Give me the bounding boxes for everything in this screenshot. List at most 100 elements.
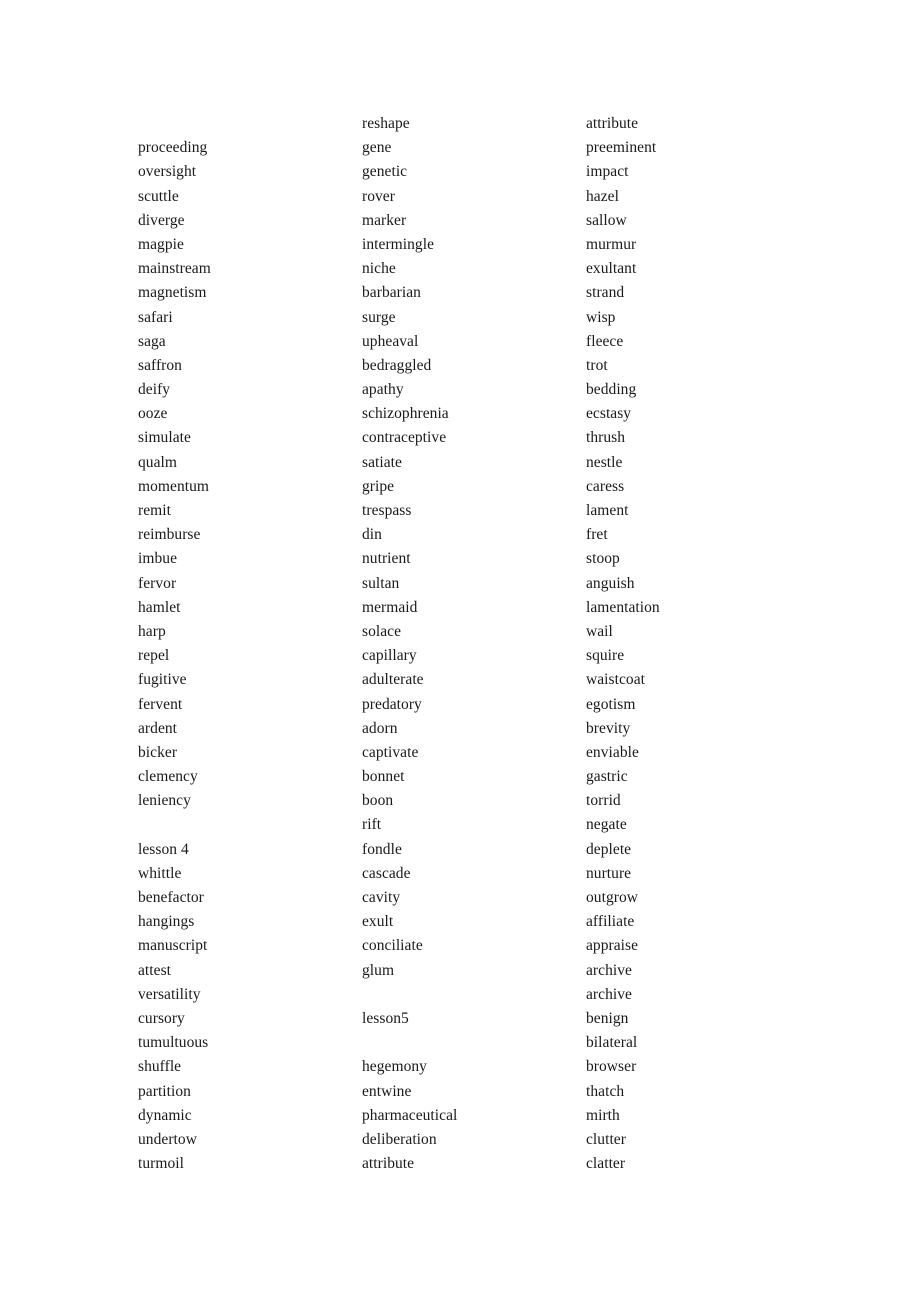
word-row: predatory <box>362 695 422 713</box>
word-row-spacer <box>362 983 577 1007</box>
word-row: scuttle <box>138 187 179 205</box>
word-row: mirth <box>586 1106 620 1124</box>
word-column-3: attribute preeminent impact hazel sallow murm… <box>586 0 801 1176</box>
word-row: hamlet <box>138 598 181 616</box>
word-row: cavity <box>362 889 401 906</box>
word-row: harp <box>138 622 166 640</box>
word-row: contraceptive <box>362 429 447 447</box>
word-row: affiliate <box>586 913 635 931</box>
word-row: enviable <box>586 743 639 761</box>
word-row: thrush <box>586 429 626 447</box>
word-row: din <box>362 526 382 544</box>
word-row: benign <box>586 1009 629 1027</box>
word-row: clutter <box>586 1130 626 1148</box>
word-row: boon <box>362 792 394 810</box>
word-row: exultant <box>586 260 637 278</box>
word-row: squire <box>586 647 625 665</box>
word-row: marker <box>362 211 407 229</box>
word-row: attribute <box>586 115 639 132</box>
word-row: qualm <box>138 453 177 471</box>
word-row: appraise <box>586 937 639 955</box>
word-row: undertow <box>138 1130 197 1148</box>
word-row: capillary <box>362 647 417 665</box>
word-list-columns: proceeding oversight scuttle diverge magpie m… <box>0 0 920 1302</box>
word-row: anguish <box>586 574 635 592</box>
word-row: fret <box>586 526 608 544</box>
word-row: remit <box>138 502 171 519</box>
word-row: entwine <box>362 1082 412 1100</box>
word-row: trespass <box>362 502 412 519</box>
word-row: satiate <box>362 453 402 471</box>
word-row: magpie <box>138 235 184 253</box>
word-row: ecstasy <box>586 405 632 423</box>
word-row: preeminent <box>586 139 657 157</box>
word-row: caress <box>586 477 625 495</box>
word-row: nestle <box>586 453 623 471</box>
word-row: niche <box>362 260 396 278</box>
word-row: simulate <box>138 429 191 447</box>
word-row: clatter <box>586 1155 626 1173</box>
word-row: nutrient <box>362 550 411 568</box>
word-row: lesson 4 <box>138 840 189 858</box>
word-row: reshape <box>362 115 410 132</box>
word-row: lesson5 <box>362 1009 409 1027</box>
word-row: cursory <box>138 1009 185 1027</box>
word-row: partition <box>138 1082 191 1100</box>
word-row: strand <box>586 284 625 302</box>
word-row: rift <box>362 816 382 834</box>
word-row: sallow <box>586 211 627 229</box>
word-row: oversight <box>138 163 197 181</box>
word-row: whittle <box>138 864 182 882</box>
word-column-1: proceeding oversight scuttle diverge magpie m… <box>138 0 353 1176</box>
word-row: safari <box>138 308 173 326</box>
word-row: schizophrenia <box>362 405 449 423</box>
word-row: ardent <box>138 719 178 737</box>
word-row: reimburse <box>138 526 201 544</box>
word-row: mainstream <box>138 260 211 278</box>
word-row: fondle <box>362 840 402 858</box>
word-row: solace <box>362 622 402 640</box>
word-row: wisp <box>586 308 616 326</box>
word-row: rover <box>362 187 395 205</box>
word-row: gripe <box>362 477 395 495</box>
word-row: mermaid <box>362 598 418 616</box>
word-row: browser <box>586 1058 637 1076</box>
word-row: upheaval <box>362 332 419 350</box>
word-row: imbue <box>138 550 177 568</box>
word-row: adorn <box>362 719 398 737</box>
word-row: deplete <box>586 840 632 858</box>
word-row: conciliate <box>362 937 423 955</box>
word-row: intermingle <box>362 235 435 253</box>
word-row: torrid <box>586 792 621 810</box>
word-row: shuffle <box>138 1058 182 1076</box>
word-row: tumultuous <box>138 1034 209 1052</box>
word-row: ooze <box>138 405 168 423</box>
word-row: murmur <box>586 235 637 253</box>
word-row: bicker <box>138 743 178 761</box>
word-row: adulterate <box>362 671 424 689</box>
word-row: saga <box>138 332 166 350</box>
word-row: repel <box>138 647 170 665</box>
word-row: fleece <box>586 332 624 350</box>
word-row: deliberation <box>362 1130 437 1148</box>
word-row: momentum <box>138 477 210 495</box>
word-row: cascade <box>362 864 411 882</box>
word-row: hangings <box>138 913 195 931</box>
word-row: sultan <box>362 574 400 592</box>
word-row: surge <box>362 308 396 326</box>
word-row: dynamic <box>138 1106 192 1124</box>
word-row: saffron <box>138 356 182 374</box>
word-row: deify <box>138 381 171 399</box>
word-row: apathy <box>362 381 404 399</box>
word-row: clemency <box>138 768 198 786</box>
word-row: glum <box>362 961 395 979</box>
word-row: diverge <box>138 211 185 229</box>
word-row: lament <box>586 502 629 519</box>
word-row: bilateral <box>586 1034 638 1052</box>
word-row: versatility <box>138 985 201 1003</box>
word-row: stoop <box>586 550 620 568</box>
word-row: genetic <box>362 163 408 181</box>
word-row: archive <box>586 985 632 1003</box>
word-row: fugitive <box>138 671 187 689</box>
word-row: egotism <box>586 695 636 713</box>
